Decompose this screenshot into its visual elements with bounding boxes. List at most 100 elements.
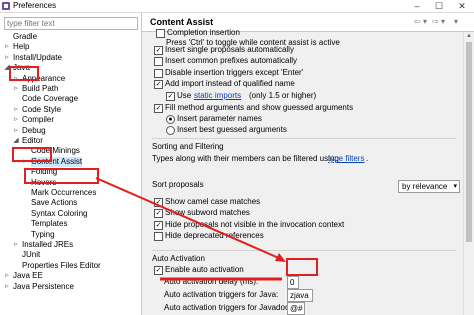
tree-item-java-ee[interactable]: ▹ Java EE	[0, 271, 141, 281]
tree-item-label: Debug	[22, 125, 46, 135]
preferences-tree-pane: Gradle▹Help▹Install/Update◢Java▹Appearan…	[0, 13, 142, 315]
option-label: Disable insertion triggers except 'Enter…	[165, 67, 304, 77]
sort-proposals-dropdown[interactable]: by relevance ▾	[398, 180, 460, 193]
tree-item-label: Gradle	[13, 32, 38, 41]
expand-toggle-icon[interactable]: ▹	[13, 105, 19, 115]
completion-insertion-radio[interactable]	[156, 29, 165, 38]
tree-item-junit[interactable]: JUnit	[0, 250, 141, 260]
type-filters-text: Types along with their members can be fi…	[152, 154, 339, 163]
forward-menu-icon[interactable]: ▾	[441, 17, 445, 26]
tree-item-label: Save Actions	[31, 198, 78, 208]
forward-icon[interactable]: ⇨	[432, 17, 439, 26]
scrollbar-thumb[interactable]	[466, 42, 472, 242]
enable-auto-activation-checkbox[interactable]: ✓	[154, 266, 163, 275]
view-menu-icon[interactable]: ▾	[454, 17, 458, 26]
option-checkbox[interactable]: ✓	[154, 209, 163, 219]
expand-toggle-icon[interactable]: ▹	[4, 282, 10, 292]
tree-item-label: Typing	[31, 229, 55, 239]
java-triggers-input[interactable]: zjava	[287, 289, 313, 302]
page-title: Content Assist	[150, 17, 214, 27]
tree-item-gradle[interactable]: Gradle	[0, 32, 141, 42]
tree-item-help[interactable]: ▹ Help	[0, 42, 141, 52]
vertical-scrollbar[interactable]: ▲	[463, 32, 474, 315]
tree-item-typing[interactable]: Typing	[0, 230, 141, 240]
java-triggers-label: Auto activation triggers for Java:	[164, 290, 279, 299]
filter-input[interactable]	[5, 18, 137, 29]
java-highlight-box	[9, 66, 39, 81]
expand-toggle-icon[interactable]: ▹	[4, 271, 10, 281]
tree-item-syntax-coloring[interactable]: Syntax Coloring	[0, 209, 141, 219]
tree-item-label: Installed JREs	[22, 240, 74, 249]
tree-item-label: Java Persistence	[13, 281, 74, 291]
sort-proposals-value: by relevance	[402, 182, 448, 191]
tree-item-editor[interactable]: ◢ Editor	[0, 136, 141, 146]
tree-item-properties-files-editor[interactable]: Properties Files Editor	[0, 261, 141, 271]
option-checkbox[interactable]: ✓	[154, 198, 163, 207]
tree-item-code-style[interactable]: ▹ Code Style	[0, 105, 141, 115]
chevron-down-icon: ▾	[453, 183, 457, 190]
sorting-section-title: Sorting and Filtering	[152, 142, 224, 151]
option-label: Hide proposals not visible in the invoca…	[165, 219, 345, 229]
insert-best-guess-radio[interactable]	[166, 126, 175, 135]
sort-proposals-label: Sort proposals	[152, 180, 204, 189]
tree-item-label: Mark Occurrences	[31, 188, 97, 197]
tree-item-debug[interactable]: ▹ Debug	[0, 126, 141, 136]
auto-activation-section-title: Auto Activation	[152, 254, 205, 263]
option-label: Add import instead of qualified name	[165, 79, 295, 89]
filter-box	[4, 17, 138, 30]
expand-toggle-icon[interactable]: ▹	[13, 126, 19, 136]
tree-item-install-update[interactable]: ▹ Install/Update	[0, 53, 141, 63]
java-triggers-highlight-box	[286, 258, 318, 276]
type-filters-suffix: .	[366, 154, 369, 163]
option-checkbox[interactable]: ✓	[154, 80, 163, 90]
option-checkbox[interactable]: ✓	[154, 46, 163, 55]
tree-item-installed-jres[interactable]: ▹ Installed JREs	[0, 240, 141, 250]
expand-toggle-icon[interactable]: ◢	[13, 136, 19, 146]
scroll-up-icon[interactable]: ▲	[466, 33, 472, 39]
option-label: Show subword matches	[165, 208, 250, 218]
title-bar: Preferences – ☐ ✕	[0, 0, 474, 13]
fill-method-label: Fill method arguments and show guessed a…	[165, 103, 354, 112]
tree-item-label: Install/Update	[13, 52, 62, 62]
option-checkbox[interactable]	[154, 57, 163, 67]
tree-item-compiler[interactable]: ▹ Compiler	[0, 115, 141, 125]
javadoc-triggers-label: Auto activation triggers for Javadoc:	[164, 303, 292, 312]
tree-item-label: Editor	[22, 136, 43, 145]
delay-input[interactable]: 0	[287, 276, 299, 289]
content-assist-highlight-box	[24, 168, 99, 184]
use-static-suffix: (only 1.5 or higher)	[249, 91, 317, 100]
editor-highlight-box	[12, 147, 52, 162]
tree-item-mark-occurrences[interactable]: Mark Occurrences	[0, 188, 141, 198]
static-imports-link[interactable]: static imports	[194, 91, 241, 101]
option-checkbox[interactable]	[154, 68, 163, 78]
fill-method-checkbox[interactable]: ✓	[154, 104, 163, 113]
tree-item-build-path[interactable]: ▹ Build Path	[0, 84, 141, 94]
javadoc-triggers-input[interactable]: @#	[287, 302, 305, 315]
tree-item-save-actions[interactable]: Save Actions	[0, 198, 141, 208]
separator	[152, 138, 456, 139]
expand-toggle-icon[interactable]: ▹	[4, 42, 10, 52]
expand-toggle-icon[interactable]: ▹	[13, 240, 19, 250]
option-checkbox[interactable]: ✓	[154, 220, 163, 230]
expand-toggle-icon[interactable]: ▹	[4, 53, 10, 63]
preferences-app-icon	[2, 2, 10, 10]
tree-item-templates[interactable]: Templates	[0, 219, 141, 229]
delay-label: Auto activation delay (ms):	[164, 277, 259, 286]
expand-toggle-icon[interactable]: ▹	[13, 115, 19, 125]
type-filters-link[interactable]: type filters	[328, 154, 364, 164]
tree-item-java-persistence[interactable]: ▹ Java Persistence	[0, 282, 141, 292]
back-icon[interactable]: ⇦	[414, 17, 421, 26]
tree-item-label: Syntax Coloring	[31, 208, 88, 218]
option-label: Insert single proposals automatically	[165, 45, 294, 54]
maximize-button[interactable]: ☐	[428, 0, 450, 12]
tree-item-label: Code Style	[22, 104, 62, 114]
expand-toggle-icon[interactable]: ▹	[13, 84, 19, 94]
use-static-imports-checkbox[interactable]: ✓	[166, 92, 175, 101]
option-checkbox[interactable]	[154, 232, 163, 242]
close-button[interactable]: ✕	[451, 0, 473, 12]
tree-item-label: Templates	[31, 219, 68, 229]
insert-param-names-radio[interactable]: ●	[166, 115, 175, 124]
tree-item-code-coverage[interactable]: Code Coverage	[0, 94, 141, 104]
minimize-button[interactable]: –	[406, 0, 428, 12]
back-menu-icon[interactable]: ▾	[423, 17, 427, 26]
